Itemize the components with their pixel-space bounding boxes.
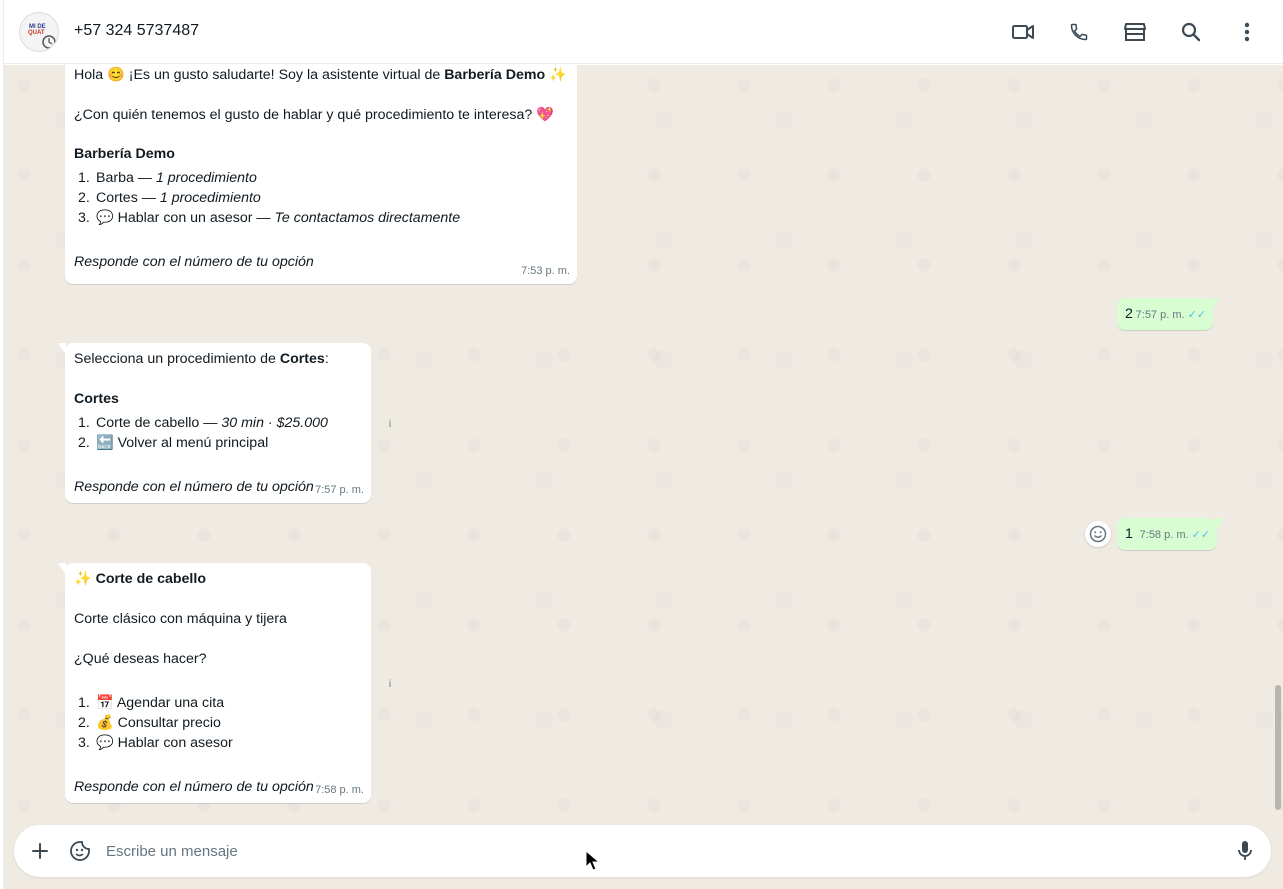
search-icon[interactable] — [1179, 20, 1203, 44]
incoming-message-service[interactable]: ✨ Corte de cabello Corte clásico con máq… — [58, 563, 371, 803]
message-question: ¿Qué deseas hacer? — [74, 651, 207, 667]
message-greeting: Hola 😊 ¡Es un gusto saludarte! Soy la as… — [74, 67, 567, 83]
read-ticks-icon: ✓✓ — [1187, 309, 1206, 321]
message-description: Corte clásico con máquina y tijera — [74, 611, 287, 627]
list-item: 1. Corte de cabello — 30 min · $25.000 — [78, 415, 328, 431]
info-icon[interactable]: i — [383, 418, 397, 432]
message-text: 1 — [1125, 526, 1133, 542]
list-item: 3. 💬 Hablar con un asesor — Te contactamo… — [78, 210, 461, 226]
list-item: 3. 💬 Hablar con asesor — [78, 735, 233, 751]
video-call-icon[interactable] — [1011, 20, 1035, 44]
composer — [14, 825, 1271, 877]
composer-bar — [4, 825, 1283, 889]
attach-plus-icon[interactable] — [28, 839, 52, 863]
emoji-reaction-button[interactable] — [1085, 521, 1111, 547]
mouse-cursor-icon — [585, 850, 601, 871]
message-footer: Responde con el número de tu opción — [74, 254, 314, 270]
message-input[interactable] — [106, 839, 1206, 863]
message-meta: 7:57 p. m. ✓✓ — [1135, 309, 1206, 321]
message-question: ¿Con quién tenemos el gusto de hablar y … — [74, 107, 554, 123]
message-section-title: Cortes — [74, 391, 119, 407]
option-list: 1. Corte de cabello — 30 min · $25.000 2.… — [74, 413, 362, 453]
info-icon[interactable]: i — [383, 678, 397, 692]
incoming-message-cortes[interactable]: Selecciona un procedimiento de Cortes: C… — [58, 343, 371, 503]
microphone-icon[interactable] — [1233, 839, 1257, 863]
option-list: 1. 📅 Agendar una cita 2. 💰 Consultar preci… — [74, 693, 362, 753]
message-meta: 7:58 p. m. ✓✓ — [1139, 529, 1210, 541]
store-icon[interactable] — [1123, 20, 1147, 44]
message-section-title: Barbería Demo — [74, 146, 175, 162]
list-item: 1. Barba — 1 procedimiento — [78, 170, 257, 186]
outgoing-message[interactable]: 2 7:57 p. m. ✓✓ — [1117, 298, 1220, 330]
message-intro: Selecciona un procedimiento de Cortes: — [74, 351, 329, 367]
smiley-icon — [1089, 525, 1107, 543]
phone-icon[interactable] — [1067, 20, 1091, 44]
contact-avatar[interactable]: MI DE QUAT — [19, 12, 59, 52]
list-item: 2. Cortes — 1 procedimiento — [78, 190, 261, 206]
svg-text:QUAT: QUAT — [28, 30, 45, 36]
more-icon[interactable] — [1235, 20, 1259, 44]
incoming-message-welcome[interactable]: Hola 😊 ¡Es un gusto saludarte! Soy la as… — [65, 65, 577, 284]
list-item: 2. 💰 Consultar precio — [78, 715, 221, 731]
list-item: 2. 🔙 Volver al menú principal — [78, 435, 269, 451]
read-ticks-icon: ✓✓ — [1191, 529, 1210, 541]
message-list[interactable]: Hola 😊 ¡Es un gusto saludarte! Soy la as… — [4, 65, 1283, 825]
message-title: ✨ Corte de cabello — [74, 571, 206, 587]
option-list: 1. Barba — 1 procedimiento 2. Cortes — 1 p… — [74, 168, 568, 228]
outgoing-message[interactable]: 1 7:58 p. m. ✓✓ — [1117, 518, 1224, 550]
scrollbar-thumb[interactable] — [1275, 685, 1281, 810]
list-item: 1. 📅 Agendar una cita — [78, 695, 225, 711]
message-time: 7:57 p. m. — [315, 484, 364, 496]
message-time: 7:53 p. m. — [521, 265, 570, 277]
message-time: 7:58 p. m. — [315, 784, 364, 796]
message-text: 2 — [1125, 306, 1133, 322]
sticker-icon[interactable] — [68, 839, 92, 863]
chat-header: MI DE QUAT +57 324 5737487 — [4, 0, 1283, 64]
contact-name[interactable]: +57 324 5737487 — [74, 22, 199, 40]
